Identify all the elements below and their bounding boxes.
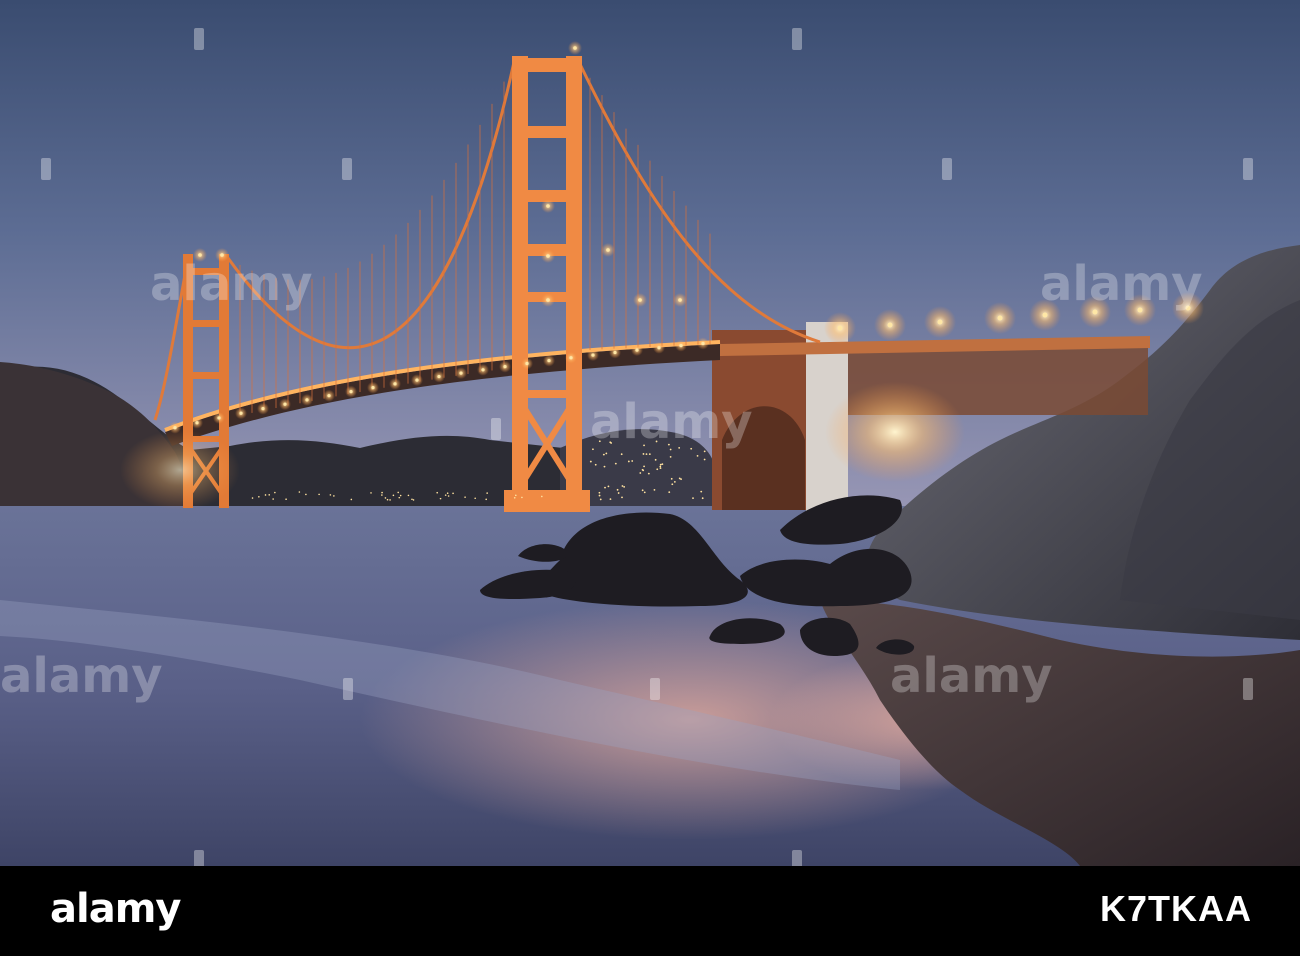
watermark-text: alamy xyxy=(590,394,753,450)
image-viewer: alamy alamy alamy alamy alamy alamy K7TKAA xyxy=(0,0,1300,956)
watermark-mark xyxy=(41,158,51,180)
watermark-text: alamy xyxy=(890,648,1053,704)
watermark-mark xyxy=(342,158,352,180)
watermark-mark xyxy=(343,678,353,700)
watermark-text: alamy xyxy=(0,648,163,704)
watermark-mark xyxy=(650,678,660,700)
watermark-mark xyxy=(942,158,952,180)
footer-bar: alamy K7TKAA xyxy=(0,866,1300,956)
watermark-mark xyxy=(194,28,204,50)
fort-glow xyxy=(825,382,965,482)
watermark-mark xyxy=(491,418,501,440)
brand-logo[interactable]: alamy xyxy=(50,886,181,932)
photo: alamy alamy alamy alamy alamy xyxy=(0,0,1300,866)
watermark-text: alamy xyxy=(150,256,313,312)
image-id: K7TKAA xyxy=(1099,888,1252,929)
watermark-text: alamy xyxy=(1040,256,1203,312)
watermark-mark xyxy=(1243,158,1253,180)
watermark-mark xyxy=(194,850,204,866)
watermark-mark xyxy=(792,850,802,866)
watermark-mark xyxy=(1243,678,1253,700)
watermark-mark xyxy=(792,28,802,50)
headland-glow xyxy=(120,430,240,510)
